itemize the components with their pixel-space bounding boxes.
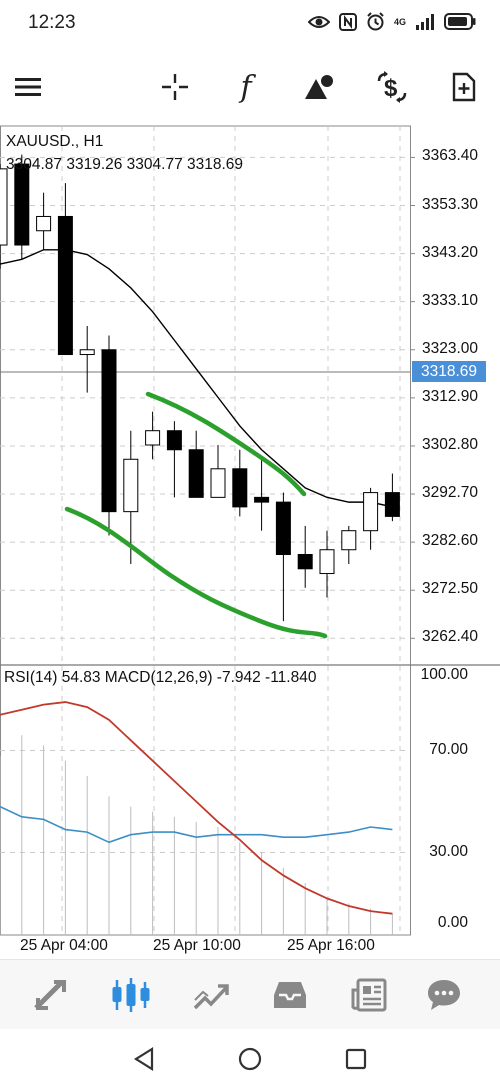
nav-news[interactable] xyxy=(346,972,392,1018)
svg-text:$: $ xyxy=(384,75,398,102)
menu-icon xyxy=(15,78,41,96)
nav-quotes[interactable] xyxy=(28,972,74,1018)
battery-icon xyxy=(444,13,476,30)
price-axis-label: 3333.10 xyxy=(421,291,478,309)
candle-bearish xyxy=(297,553,313,570)
crosshair-button[interactable] xyxy=(153,65,197,109)
candle-bullish xyxy=(79,349,95,356)
time-label-0: 25 Apr 04:00 xyxy=(20,937,108,954)
recents-icon xyxy=(345,1048,367,1070)
network-type: 4G xyxy=(393,16,406,27)
objects-button[interactable] xyxy=(297,65,341,109)
chart-symbol: XAUUSD., H1 xyxy=(6,133,104,150)
alarm-icon xyxy=(367,12,384,31)
bottom-nav xyxy=(0,959,500,1030)
status-icons: 4G xyxy=(307,12,476,31)
nav-chart[interactable] xyxy=(108,972,154,1018)
candle-bearish xyxy=(254,496,270,503)
candle-bullish xyxy=(363,492,379,532)
price-axis-label: 3262.40 xyxy=(421,628,478,646)
status-time: 12:23 xyxy=(28,12,76,33)
candle-bullish xyxy=(123,458,139,513)
time-label-1: 25 Apr 10:00 xyxy=(153,937,241,954)
recents-button[interactable] xyxy=(338,1041,374,1077)
price-axis-label: 3353.30 xyxy=(421,195,478,213)
price-axis-label: 3343.20 xyxy=(421,243,478,261)
chart-toolbar: f $ xyxy=(0,55,500,117)
candle-bearish xyxy=(166,430,182,451)
trade-icon xyxy=(193,984,229,1010)
indicator-axis-label: 100.00 xyxy=(420,666,468,683)
candle-bullish xyxy=(36,215,52,232)
chart-ohlc: 3304.87 3319.26 3304.77 3318.69 xyxy=(6,156,244,173)
status-bar: 12:23 4G xyxy=(0,0,500,44)
candle-bullish xyxy=(210,468,226,498)
candle-bearish xyxy=(384,492,400,517)
back-button[interactable] xyxy=(126,1041,162,1077)
symbol-icon: $ xyxy=(377,71,407,103)
indicator-axis-label: 30.00 xyxy=(429,842,468,860)
new-order-icon xyxy=(452,72,476,102)
candle-bearish xyxy=(275,501,291,555)
price-axis-label: 3363.40 xyxy=(421,147,478,165)
price-axis-label: 3272.50 xyxy=(421,580,478,598)
new-order-button[interactable] xyxy=(442,65,486,109)
home-icon xyxy=(238,1047,262,1071)
candle-bullish xyxy=(341,530,357,551)
indicators-button[interactable]: f xyxy=(224,65,268,109)
objects-icon xyxy=(305,75,333,99)
time-label-2: 25 Apr 16:00 xyxy=(287,937,375,954)
symbol-button[interactable]: $ xyxy=(370,65,414,109)
price-axis-label: 3323.00 xyxy=(421,339,478,357)
price-axis-label: 3302.80 xyxy=(421,435,478,453)
nav-messages[interactable] xyxy=(421,972,467,1018)
price-axis-label: 3282.60 xyxy=(421,532,478,550)
price-axis-label: 3292.70 xyxy=(421,484,478,502)
candle-bullish xyxy=(319,549,335,575)
quotes-icon xyxy=(34,980,66,1010)
back-icon xyxy=(133,1047,154,1071)
candle-bearish xyxy=(101,349,117,513)
current-price-tag: 3318.69 xyxy=(412,361,486,382)
home-button[interactable] xyxy=(232,1041,268,1077)
candle-bearish xyxy=(14,163,30,246)
inbox-icon xyxy=(274,982,306,1008)
crosshair-icon xyxy=(162,74,188,100)
candle-bearish xyxy=(57,215,73,356)
nav-history[interactable] xyxy=(267,972,313,1018)
menu-button[interactable] xyxy=(6,65,50,109)
candle-bearish xyxy=(188,449,204,498)
indicators-icon: f xyxy=(240,69,252,105)
system-navigation xyxy=(0,1029,500,1083)
indicator-axis-label: 70.00 xyxy=(429,740,468,758)
candle-bearish xyxy=(232,468,248,508)
signal-icon xyxy=(416,13,434,30)
nfc-icon xyxy=(338,12,357,31)
indicator-axis-label: 0.00 xyxy=(437,914,468,931)
eye-icon xyxy=(307,15,330,28)
price-axis-label: 3312.90 xyxy=(421,387,478,405)
candle-bullish xyxy=(0,168,8,246)
candle-bullish xyxy=(145,430,161,446)
nav-trade[interactable] xyxy=(188,972,234,1018)
chat-icon xyxy=(428,980,460,1010)
indicator-label: RSI(14) 54.83 MACD(12,26,9) -7.942 -11.8… xyxy=(4,669,317,686)
news-icon xyxy=(351,978,387,1012)
candles-icon xyxy=(112,978,150,1012)
